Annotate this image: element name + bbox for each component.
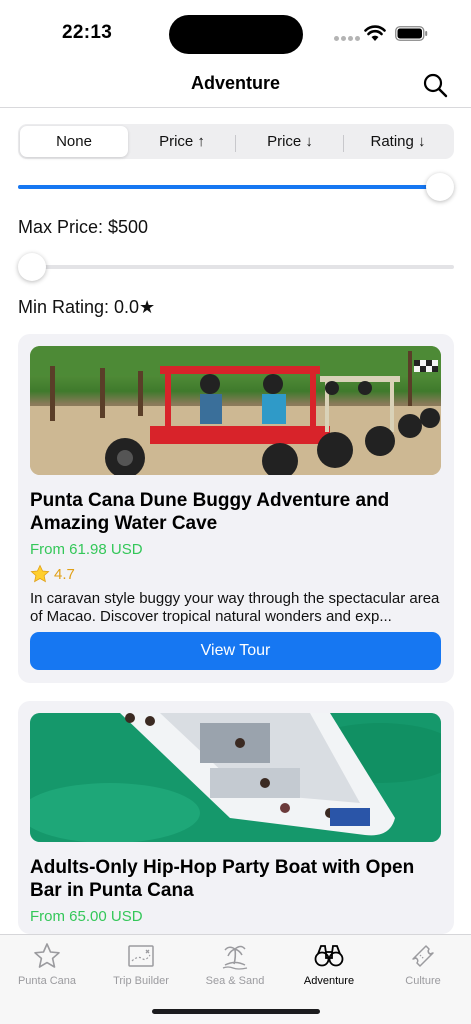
tour-rating: 4.7 [30,564,75,584]
tab-punta-cana[interactable]: Punta Cana [0,941,94,987]
navigation-bar: Adventure [0,64,471,108]
slider-track [18,265,454,269]
palm-island-icon [222,945,248,970]
sort-option-label: Rating ↓ [370,133,426,150]
tab-label: Trip Builder [113,975,169,987]
max-price-label: Max Price: $500 [18,217,149,237]
map-icon [128,945,154,967]
tab-label: Culture [405,975,441,987]
battery-icon [395,26,428,41]
sort-option-label: Price ↑ [159,133,205,150]
tab-culture[interactable]: Culture [376,941,470,987]
tab-label: Sea & Sand [205,975,265,987]
wifi-icon [364,25,386,41]
tour-image-party-boat[interactable] [30,713,441,842]
tour-rating-value: 4.7 [54,565,75,583]
sort-option-price-descending[interactable]: Price ↓ [236,126,344,157]
cellular-signal-icon [334,36,360,41]
tour-title: Punta Cana Dune Buggy Adventure and Amaz… [30,490,390,534]
tab-label: Punta Cana [17,975,77,987]
tab-trip-builder[interactable]: Trip Builder [94,941,188,987]
star-icon [34,943,60,968]
status-bar: 22:13 [0,0,471,64]
min-rating-slider[interactable] [18,252,454,282]
tour-price: From 65.00 USD [30,908,143,925]
star-icon [30,564,50,583]
ticket-icon [412,945,434,967]
tour-title: Adults-Only Hip-Hop Party Boat with Open… [30,857,415,901]
binoculars-icon [314,945,344,967]
slider-thumb[interactable] [18,253,46,281]
page-title: Adventure [190,73,280,93]
tour-price: From 61.98 USD [30,541,143,558]
tab-adventure[interactable]: Adventure [282,941,376,987]
max-price-slider[interactable] [18,172,454,202]
sort-option-none[interactable]: None [20,126,128,157]
sort-option-price-ascending[interactable]: Price ↑ [128,126,236,157]
sort-option-rating-descending[interactable]: Rating ↓ [344,126,452,157]
tour-card[interactable]: Adults-Only Hip-Hop Party Boat with Open… [18,701,454,934]
view-tour-button[interactable]: View Tour [30,632,441,670]
slider-fill [18,185,440,189]
sort-option-label: None [56,133,92,150]
tab-label: Adventure [303,975,355,987]
status-time: 22:13 [62,22,113,43]
sort-option-label: Price ↓ [267,133,313,150]
dynamic-island [169,15,303,54]
search-icon[interactable] [421,71,449,99]
min-rating-label: Min Rating: 0.0★ [18,297,156,317]
tour-card[interactable]: Punta Cana Dune Buggy Adventure and Amaz… [18,334,454,683]
tab-sea-and-sand[interactable]: Sea & Sand [188,941,282,987]
sort-segmented-control: None Price ↑ Price ↓ Rating ↓ [18,124,454,159]
tour-image-dune-buggy[interactable] [30,346,441,475]
home-indicator [152,1009,320,1014]
slider-thumb[interactable] [426,173,454,201]
tour-description: In caravan style buggy your way through … [30,590,440,625]
